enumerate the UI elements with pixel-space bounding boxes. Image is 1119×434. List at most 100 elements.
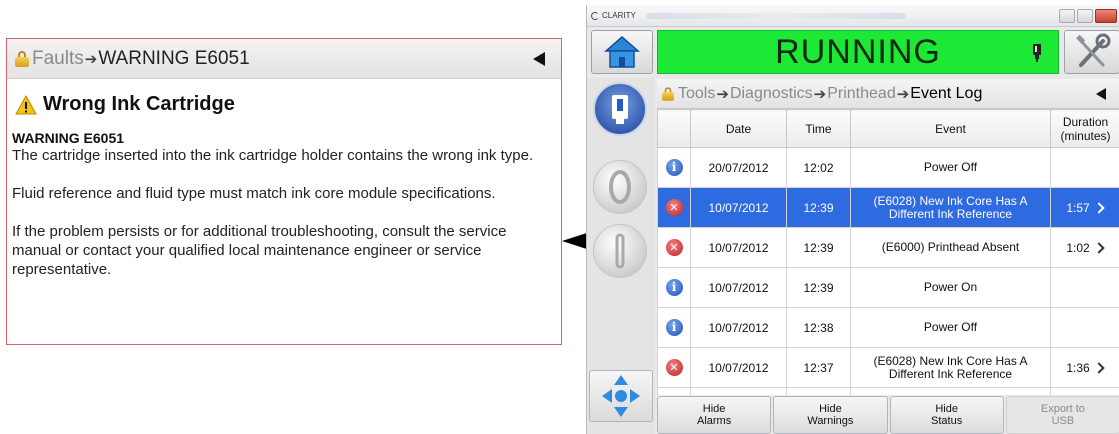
warning-title-text: Wrong Ink Cartridge	[43, 93, 235, 115]
back-arrow-icon[interactable]	[1096, 87, 1106, 100]
breadcrumb-arrow-icon: ➔	[84, 50, 98, 68]
event-log-table-container[interactable]: Date Time Event Duration (minutes) i 20/…	[657, 109, 1119, 395]
stop-icon	[615, 233, 625, 269]
side-navigation	[587, 78, 655, 434]
row-event: Power On	[850, 267, 1051, 308]
status-text: RUNNING	[775, 32, 941, 71]
row-time: 12:02	[786, 147, 851, 188]
chevron-right-icon[interactable]	[1093, 362, 1105, 374]
row-duration-value: 1:02	[1066, 240, 1090, 255]
ink-cartridge-icon	[1033, 44, 1041, 62]
start-icon	[609, 170, 631, 204]
top-toolbar: RUNNING	[587, 30, 1119, 76]
row-duration[interactable]: 1:36	[1050, 347, 1119, 388]
maximize-button[interactable]	[1077, 8, 1093, 23]
breadcrumb-diagnostics[interactable]: Diagnostics	[730, 85, 813, 103]
export-to-usb-button[interactable]: Export to USB	[1005, 396, 1119, 434]
error-icon: ✕	[665, 239, 683, 256]
row-event: (E6028) New Ink Core Has A Different Ink…	[850, 187, 1051, 228]
table-row[interactable]: ✕ 10/07/2012 12:37 (E6028) New Ink Core …	[657, 347, 1119, 388]
row-type-cell: i	[657, 147, 691, 188]
status-bar[interactable]: RUNNING	[657, 30, 1059, 74]
breadcrumb-event-log: Event Log	[910, 84, 983, 102]
row-type-cell: ✕	[657, 387, 691, 395]
chevron-right-icon[interactable]	[1093, 202, 1105, 214]
row-event: Power Off	[850, 147, 1051, 188]
row-duration	[1050, 307, 1119, 348]
row-time: 12:39	[786, 227, 851, 268]
row-time: 12:39	[786, 187, 851, 228]
error-icon: ✕	[665, 359, 683, 376]
header-duration[interactable]: Duration (minutes)	[1050, 109, 1119, 148]
header-date[interactable]: Date	[690, 109, 787, 148]
direction-pad-icon	[602, 375, 640, 417]
row-type-cell: i	[657, 307, 691, 348]
hide-status-button[interactable]: Hide Status	[889, 396, 1004, 434]
breadcrumb-arrow-icon: ➔	[896, 85, 910, 103]
warning-breadcrumb: Faults ➔ WARNING E6051	[7, 39, 561, 79]
row-type-cell: ✕	[657, 187, 691, 228]
warning-paragraph: If the problem persists or for additiona…	[12, 223, 507, 278]
stop-button[interactable]	[593, 224, 647, 278]
breadcrumb-faults[interactable]: Faults	[32, 48, 84, 70]
row-time: 12:37	[786, 347, 851, 388]
warning-code: WARNING E6051	[12, 130, 125, 146]
hide-alarms-button[interactable]: Hide Alarms	[657, 396, 772, 434]
home-button[interactable]	[591, 30, 653, 74]
error-icon: ✕	[665, 199, 683, 216]
breadcrumb-arrow-icon: ➔	[813, 85, 827, 103]
tools-button[interactable]	[1064, 30, 1119, 74]
warning-title: Wrong Ink Cartridge	[15, 93, 561, 116]
warning-detail-panel: Faults ➔ WARNING E6051 Wrong Ink Cartrid…	[6, 38, 562, 345]
window-title: CLARITY	[602, 11, 636, 20]
breadcrumb-current: WARNING E6051	[98, 47, 250, 69]
lock-icon	[662, 86, 674, 101]
row-type-cell: i	[657, 267, 691, 308]
breadcrumb-printhead[interactable]: Printhead	[827, 85, 896, 103]
tools-icon	[1076, 33, 1111, 67]
app-logo-icon	[591, 11, 599, 20]
row-date: 10/07/2012	[690, 307, 787, 348]
breadcrumb-tools[interactable]: Tools	[678, 85, 715, 103]
row-date: 20/07/2012	[690, 147, 787, 188]
header-event[interactable]: Event	[850, 109, 1051, 148]
back-arrow-icon[interactable]	[533, 51, 545, 66]
table-row[interactable]: ✕	[657, 387, 1119, 395]
bottom-button-bar: Hide Alarms Hide Warnings Hide Status Ex…	[657, 396, 1119, 434]
header-icon	[657, 109, 691, 148]
info-icon: i	[665, 319, 683, 336]
close-button[interactable]	[1095, 8, 1117, 23]
row-date: 10/07/2012	[690, 227, 787, 268]
row-time: 12:38	[786, 307, 851, 348]
row-duration[interactable]: 1:57	[1050, 187, 1119, 228]
printer-event-log-screen: CLARITY RUNNING Tools ➔ Diagnostics ➔ Pr…	[586, 5, 1119, 434]
direction-pad-button[interactable]	[589, 370, 653, 422]
row-event: Power Off	[850, 307, 1051, 348]
warning-paragraph: Fluid reference and fluid type must matc…	[12, 185, 496, 202]
row-date: 10/07/2012	[690, 187, 787, 228]
info-icon: i	[665, 279, 683, 296]
minimize-button[interactable]	[1059, 8, 1075, 23]
printer-icon	[612, 95, 628, 124]
row-time: 12:39	[786, 267, 851, 308]
row-event: (E6000) Printhead Absent	[850, 227, 1051, 268]
window-titlebar: CLARITY	[587, 5, 1119, 27]
chevron-right-icon[interactable]	[1093, 242, 1105, 254]
row-duration[interactable]: 1:02	[1050, 227, 1119, 268]
row-event: (E6028) New Ink Core Has A Different Ink…	[850, 347, 1051, 388]
printer-nav-button[interactable]	[593, 82, 647, 136]
table-row[interactable]: i 10/07/2012 12:39 Power On	[657, 267, 1119, 308]
row-type-cell: ✕	[657, 347, 691, 388]
device-breadcrumb: Tools ➔ Diagnostics ➔ Printhead ➔ Event …	[657, 79, 1119, 109]
row-duration	[1050, 147, 1119, 188]
hide-warnings-button[interactable]: Hide Warnings	[773, 396, 888, 434]
table-row[interactable]: i 10/07/2012 12:38 Power Off	[657, 307, 1119, 348]
row-duration-value: 1:57	[1066, 200, 1090, 215]
table-row[interactable]: i 20/07/2012 12:02 Power Off	[657, 147, 1119, 188]
table-row-selected[interactable]: ✕ 10/07/2012 12:39 (E6028) New Ink Core …	[657, 187, 1119, 228]
table-row[interactable]: ✕ 10/07/2012 12:39 (E6000) Printhead Abs…	[657, 227, 1119, 268]
start-button[interactable]	[593, 160, 647, 214]
warning-triangle-icon	[15, 94, 37, 114]
header-time[interactable]: Time	[786, 109, 851, 148]
window-title-blur	[645, 12, 906, 19]
